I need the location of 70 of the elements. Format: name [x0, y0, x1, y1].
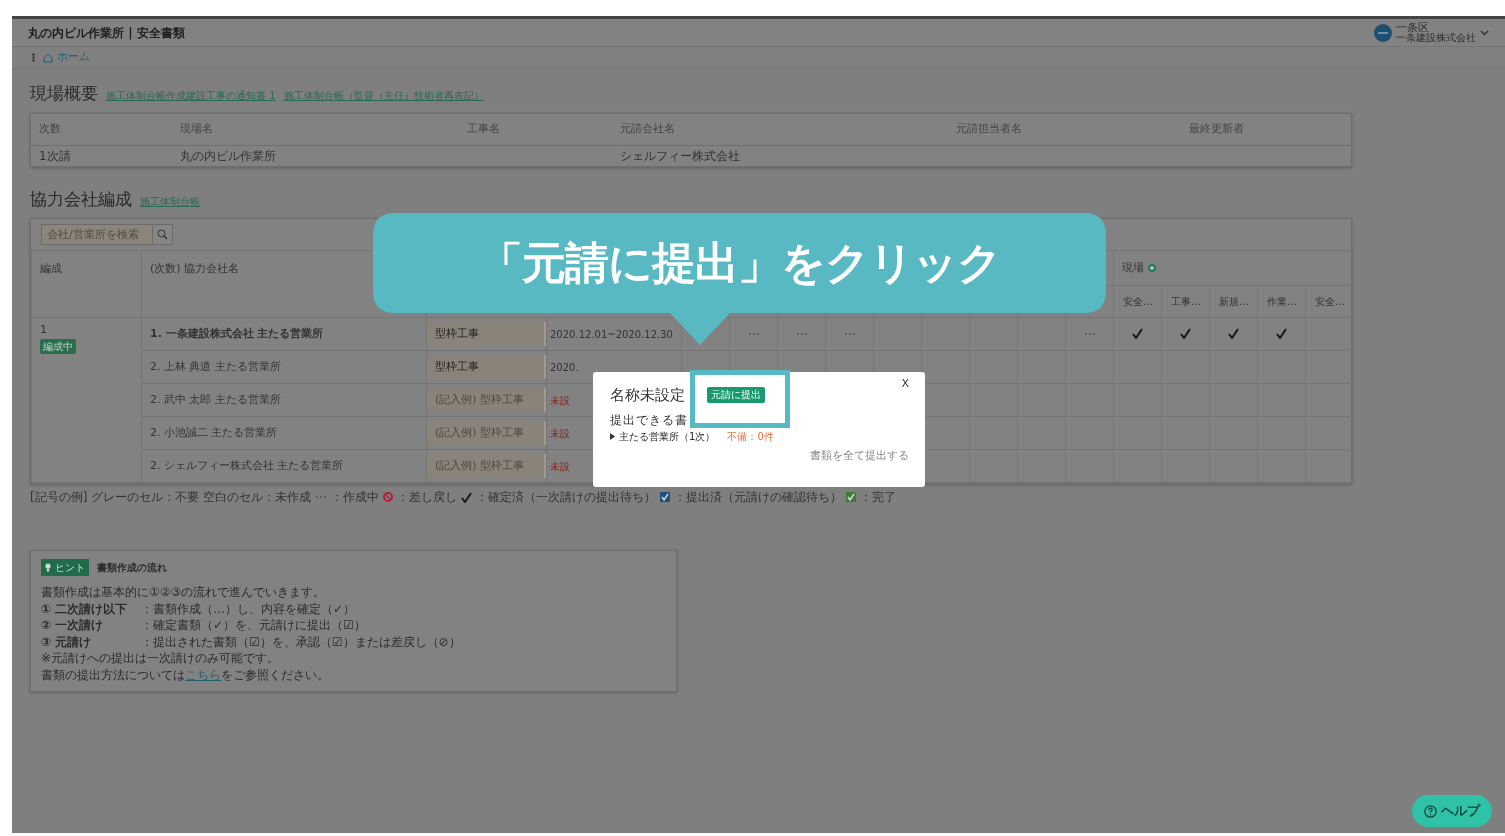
- caret-right-icon[interactable]: [610, 432, 615, 440]
- column-header: 次数: [31, 113, 172, 146]
- period-status: 未設: [550, 394, 570, 406]
- hint-text: をご参照ください。: [221, 666, 329, 683]
- hint-text: 書類の提出方法については: [41, 666, 185, 683]
- vertical-dots-icon[interactable]: [32, 53, 35, 62]
- legend-text: ：確定済（一次請けの提出待ち）: [476, 489, 656, 506]
- group-number: 1: [40, 322, 47, 338]
- legend-text: ：完了: [860, 489, 896, 506]
- document-link[interactable]: 施工体制台帳（監督（主任）技術者再表記）: [283, 88, 484, 103]
- hint-badge: ヒント: [41, 559, 89, 576]
- legend-text: [記号の例] グレーのセル：不要 空白のセル：未作成: [30, 489, 311, 506]
- help-link[interactable]: こちら: [185, 666, 221, 683]
- help-button[interactable]: ヘルプ: [1412, 795, 1492, 827]
- callout-text: 「元請に提出」をクリック: [477, 236, 1002, 290]
- avatar-icon: [1374, 23, 1392, 42]
- hint-text: 書類作成は基本的に①②③の流れで進んでいきます。: [41, 584, 327, 601]
- question-icon: [1424, 804, 1437, 818]
- step-text: ：確定書類（✓）を、元請けに提出（☑）: [141, 618, 366, 632]
- legend-text: ：提出済（元請けの確認待ち）: [674, 489, 842, 506]
- hint-title: 書類作成の流れ: [97, 561, 167, 575]
- lightbulb-icon: [45, 563, 51, 572]
- footer-link[interactable]: 書類を全て提出する: [810, 448, 909, 462]
- column-header: 編成: [31, 250, 142, 318]
- table-cell: シェルフィー株式会社: [611, 145, 948, 166]
- trade-tag: 型枠工事: [427, 355, 546, 379]
- column-header: 安全…: [1113, 285, 1162, 318]
- period-status: 未設: [550, 427, 570, 439]
- legend-text: ：作成中: [331, 489, 379, 506]
- column-group-header: 現場: [1122, 259, 1145, 276]
- close-button[interactable]: X: [901, 376, 909, 393]
- step-label: ② 一次請け: [41, 617, 105, 634]
- document-link[interactable]: 施工体制台帳: [140, 193, 200, 209]
- period-status: 未設: [550, 460, 570, 472]
- step-label: ① 二次請け以下: [41, 600, 129, 617]
- step-text: ：提出された書類（☑）を、承認（☑）または差戻し（⊘）: [141, 634, 461, 649]
- submit-button[interactable]: 元請に提出: [707, 387, 765, 404]
- company-name: 2. 武中 太郎 主たる営業所: [141, 383, 427, 417]
- step-text: ：書類作成（…）し、内容を確定（✓）: [141, 601, 356, 616]
- page-title: 丸の内ビル作業所 | 安全書類: [28, 24, 185, 42]
- search-button[interactable]: [153, 224, 173, 245]
- company-name: 2. 上林 典道 主たる営業所: [141, 350, 427, 384]
- home-icon: [43, 52, 53, 63]
- period-dates: 2020.: [550, 361, 579, 373]
- section-title: 協力会社編成: [30, 187, 132, 211]
- company-name: 2. シェルフィー株式会社 主たる営業所: [141, 449, 427, 483]
- legend-text: ：差し戻し: [397, 489, 457, 506]
- breadcrumb-link[interactable]: ホーム: [43, 49, 90, 66]
- section-label: 提出できる書: [610, 411, 689, 429]
- column-header: 新規…: [1209, 285, 1258, 318]
- status-badge: 編成中: [40, 338, 76, 354]
- period-dates: 2020.12.01~2020.12.30: [550, 328, 673, 340]
- modal-title: 名称未設定: [610, 385, 685, 406]
- column-header: 作業…: [1257, 285, 1306, 318]
- table-cell: 1次請: [31, 145, 172, 166]
- issue-count: 不備：0件: [727, 429, 774, 444]
- trade-tag: 型枠工事: [427, 322, 546, 346]
- plus-circle-icon[interactable]: [1148, 264, 1157, 272]
- office-name: 主たる営業所（1次）: [619, 429, 716, 444]
- hint-text: ※元請けへの提出は一次請けのみ可能です。: [41, 650, 281, 667]
- chevron-down-icon[interactable]: [1480, 29, 1489, 36]
- table-cell: 丸の内ビル作業所: [171, 145, 459, 166]
- step-label: ③ 元請け: [41, 633, 93, 650]
- company-name: 2. 小池誠二 主たる営業所: [141, 416, 427, 450]
- section-title: 現場概要: [30, 82, 98, 105]
- company-name: 1. 一条建設株式会社 主たる営業所: [141, 317, 427, 351]
- column-header: 工事…: [1161, 285, 1210, 318]
- document-link[interactable]: 施工体制台帳作成建設工事の通知書 1: [106, 88, 276, 103]
- column-header: 安全…: [1305, 285, 1354, 318]
- search-icon: [157, 229, 168, 240]
